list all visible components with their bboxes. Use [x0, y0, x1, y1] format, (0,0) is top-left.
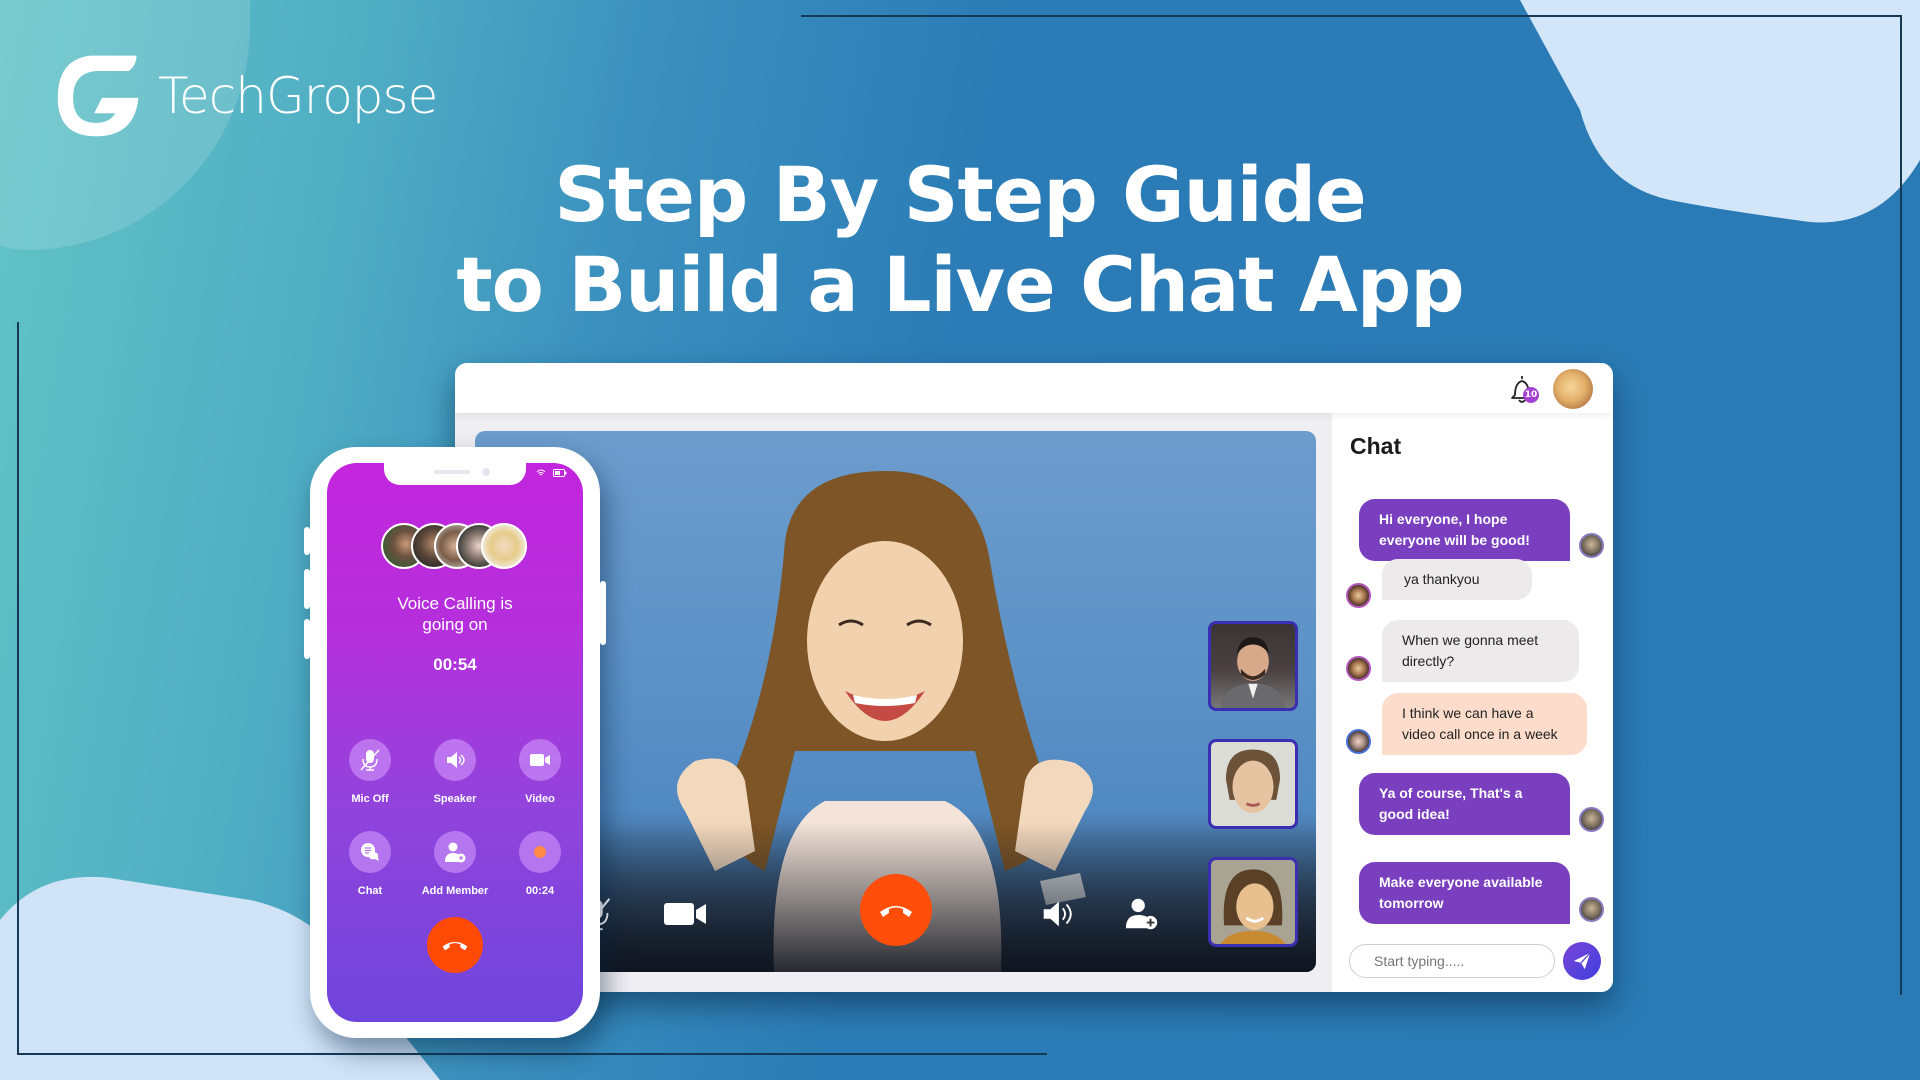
- phone-call-screen: Voice Calling is going on 00:54 Mic Off …: [327, 463, 583, 1022]
- participant-thumbnail[interactable]: [1208, 621, 1298, 711]
- participant-photo: [1220, 637, 1286, 708]
- video-call-controls: [475, 874, 1316, 954]
- sender-avatar: [1346, 656, 1371, 681]
- chat-message: Hi everyone, I hope everyone will be goo…: [1359, 499, 1570, 561]
- phone-end-call-button[interactable]: [427, 917, 483, 973]
- speaker-icon: [1043, 901, 1072, 927]
- speaker-icon: [447, 752, 465, 768]
- button-label: Add Member: [421, 885, 489, 897]
- title-line-2: to Build a Live Chat App: [456, 240, 1464, 329]
- send-button[interactable]: [1563, 942, 1601, 980]
- brand-logo: TechGropse: [52, 48, 438, 144]
- chat-message: Make everyone available tomorrow: [1359, 862, 1570, 924]
- frame-line-bottom: [17, 1053, 1047, 1055]
- user-avatar[interactable]: [1553, 369, 1593, 409]
- speaker-button[interactable]: [1035, 892, 1079, 936]
- phone-side-button: [304, 619, 310, 659]
- phone-side-button: [600, 581, 606, 645]
- title-line-1: Step By Step Guide: [554, 150, 1366, 239]
- phone-mic-off-button[interactable]: Mic Off: [327, 739, 413, 805]
- frame-line-left: [17, 322, 19, 1055]
- phone-video-button[interactable]: Video: [497, 739, 583, 805]
- main-video-feed: [475, 431, 1316, 972]
- video-camera-icon: [530, 754, 550, 766]
- frame-line-top: [801, 15, 1901, 17]
- sender-avatar: [1579, 533, 1604, 558]
- phone-status-bar: [536, 469, 567, 477]
- notification-button[interactable]: 10: [1507, 373, 1539, 405]
- participant-photo: [1220, 869, 1286, 944]
- end-call-button[interactable]: [860, 874, 932, 946]
- phone-hangup-icon: [880, 906, 912, 917]
- chat-bubbles-icon: [361, 843, 379, 861]
- sender-avatar: [1346, 583, 1371, 608]
- phone-speaker-grille: [434, 470, 470, 474]
- phone-add-member-button[interactable]: Add Member: [412, 831, 498, 897]
- chat-message-input[interactable]: [1349, 944, 1555, 978]
- desktop-chat-window: 10 Chat Hi everyone, I hope everyone wil…: [455, 363, 1613, 992]
- notification-count-badge: 10: [1523, 387, 1539, 403]
- battery-icon: [553, 469, 567, 477]
- add-user-icon: [1125, 898, 1158, 930]
- participant-avatar: [481, 523, 527, 569]
- phone-side-button: [304, 569, 310, 609]
- chat-message: ya thankyou: [1382, 559, 1532, 600]
- mic-off-icon: [360, 749, 380, 771]
- window-topbar: 10: [455, 363, 1613, 413]
- g-logo-icon: [57, 55, 139, 137]
- phone-notch: [384, 463, 526, 485]
- phone-side-button: [304, 527, 310, 555]
- add-member-button[interactable]: [1120, 892, 1164, 936]
- call-participants: [381, 523, 541, 569]
- phone-speaker-button[interactable]: Speaker: [412, 739, 498, 805]
- phone-camera: [482, 468, 490, 476]
- button-label: Speaker: [433, 793, 477, 805]
- sender-avatar: [1579, 897, 1604, 922]
- video-camera-icon: [664, 903, 706, 925]
- chat-panel: Chat Hi everyone, I hope everyone will b…: [1332, 413, 1613, 992]
- phone-hangup-icon: [442, 941, 468, 951]
- page-title: Step By Step Guide to Build a Live Chat …: [0, 150, 1920, 330]
- chat-message: Ya of course, That's a good idea!: [1359, 773, 1570, 835]
- video-toggle-button[interactable]: [657, 892, 713, 936]
- participant-thumbnail[interactable]: [1208, 857, 1298, 947]
- button-label: Mic Off: [351, 793, 389, 805]
- send-icon: [1573, 952, 1591, 970]
- phone-chat-button[interactable]: Chat: [327, 831, 413, 897]
- chat-message: When we gonna meet directly?: [1382, 620, 1579, 682]
- record-dot-icon: [534, 846, 546, 858]
- participant-thumbnail[interactable]: [1208, 739, 1298, 829]
- sender-avatar: [1346, 729, 1371, 754]
- participant-thumbnails: [1208, 621, 1298, 972]
- mobile-phone-mockup: Voice Calling is going on 00:54 Mic Off …: [304, 447, 606, 1038]
- participant-photo: [1225, 749, 1281, 813]
- chat-title: Chat: [1350, 433, 1402, 459]
- wifi-icon: [536, 469, 546, 476]
- button-label: Video: [525, 793, 555, 805]
- chat-message: I think we can have a video call once in…: [1382, 693, 1587, 755]
- call-timer: 00:54: [433, 655, 477, 674]
- button-label: Chat: [357, 885, 383, 897]
- call-status-text: Voice Calling is going on: [397, 594, 513, 634]
- record-timer: 00:24: [525, 885, 555, 897]
- add-user-icon: [445, 842, 466, 863]
- phone-record-button[interactable]: 00:24: [497, 831, 583, 897]
- brand-name: TechGropse: [158, 67, 438, 125]
- sender-avatar: [1579, 807, 1604, 832]
